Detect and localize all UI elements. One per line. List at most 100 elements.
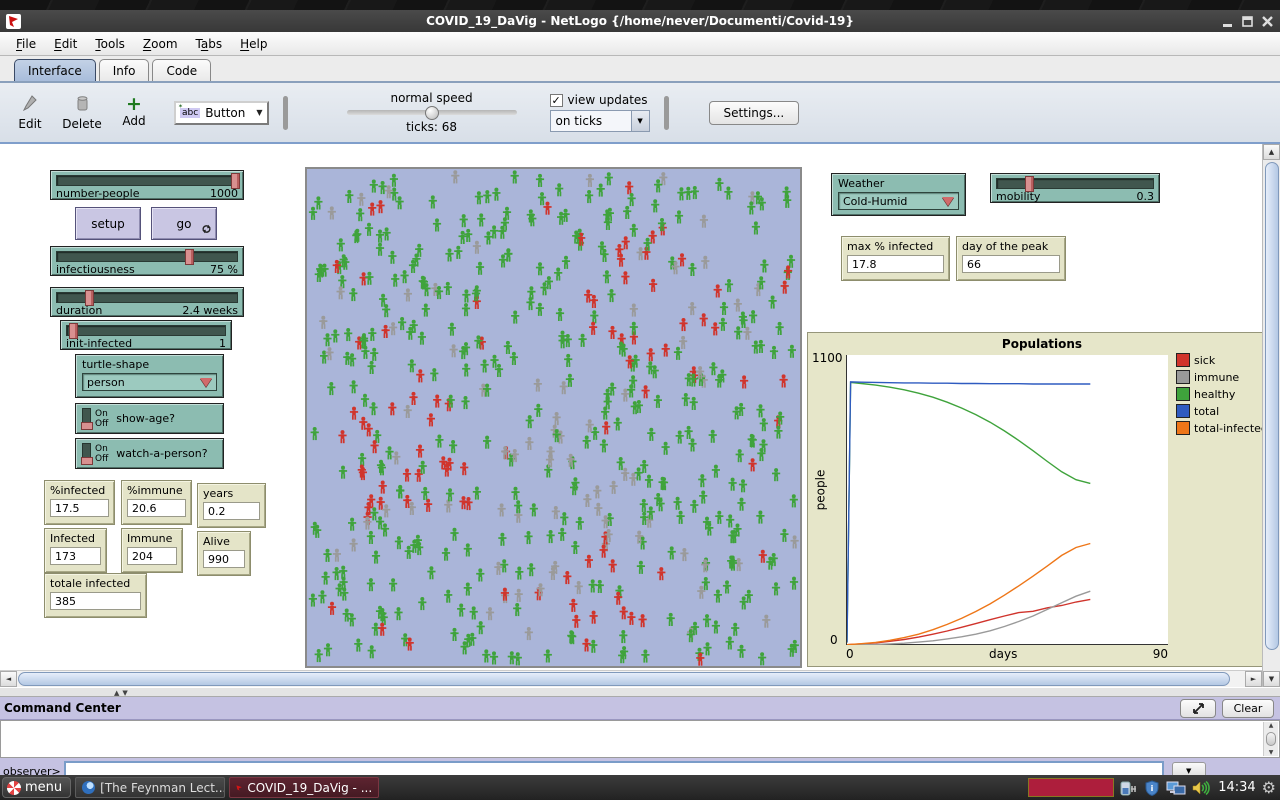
vertical-scrollbar[interactable]: ▲ ▼ [1262,144,1280,687]
command-center-output[interactable]: ▲ ▼ [0,720,1280,758]
minimize-button[interactable] [1219,13,1235,29]
switch-knob[interactable] [81,422,93,430]
person-turtle [674,497,682,510]
toolbar: Edit Delete + Add abc Button ▼ normal sp… [0,83,1280,144]
slider-thumb[interactable] [69,323,78,339]
splitter-grip-icon[interactable]: ▲▼ [114,689,131,697]
volume-icon[interactable] [1192,780,1212,796]
close-button[interactable] [1259,13,1275,29]
slider-thumb[interactable] [85,290,94,306]
menu-button[interactable]: menu [2,777,71,798]
legend-swatch [1176,370,1190,384]
chooser-turtle-shape[interactable]: turtle-shape person [75,354,224,398]
slider-thumb[interactable] [1025,176,1034,192]
slider-thumb[interactable] [231,173,240,189]
tab-info[interactable]: Info [99,59,150,81]
legend-swatch [1176,353,1190,367]
edit-button[interactable]: Edit [4,95,56,131]
scroll-right-icon[interactable]: ► [1245,671,1262,687]
person-turtle [586,174,594,187]
person-turtle [720,302,728,315]
slider-init-infected[interactable]: init-infected1 [60,320,232,350]
person-turtle [368,203,376,216]
person-turtle [756,404,764,417]
y-axis-min: 0 [830,633,838,647]
scroll-up-icon[interactable]: ▲ [1263,144,1280,160]
setup-button[interactable]: setup [75,207,141,240]
person-turtle [685,426,693,439]
view-updates-checkbox[interactable]: ✓ view updates [550,93,650,107]
person-turtle [477,621,485,634]
person-turtle [688,302,696,315]
gear-icon[interactable]: ⚙ [1262,780,1276,796]
scrollbar-thumb[interactable] [1266,732,1276,746]
world-view[interactable] [305,167,802,668]
menu-edit[interactable]: Edit [46,35,85,53]
output-scrollbar[interactable]: ▲ ▼ [1263,722,1278,756]
network-icon[interactable] [1166,780,1186,796]
settings-button[interactable]: Settings... [709,101,800,125]
person-turtle [514,652,522,665]
titlebar[interactable]: COVID_19_DaVig - NetLogo {/home/never/Do… [0,10,1280,32]
person-turtle [622,236,630,249]
window-preview[interactable] [1028,778,1114,797]
menu-file[interactable]: File [8,35,44,53]
person-turtle [725,279,733,292]
tab-code[interactable]: Code [152,59,211,81]
speed-slider[interactable] [347,110,517,115]
slider-number-people[interactable]: number-people1000 [50,170,244,200]
menu-tools[interactable]: Tools [87,35,133,53]
splitter-bar[interactable]: ▲▼ [0,687,1280,697]
speed-slider-thumb[interactable] [425,106,439,120]
task-feynman-lectures[interactable]: [The Feynman Lect... [75,777,225,798]
x-axis-label: days [989,647,1017,661]
person-turtle [365,423,373,436]
scrollbar-thumb[interactable] [18,672,1230,686]
widget-type-dropdown[interactable]: abc Button ▼ [174,101,269,125]
person-turtle [619,630,627,643]
scroll-down-icon[interactable]: ▼ [1264,749,1278,756]
person-turtle [464,497,472,510]
horizontal-scrollbar[interactable]: ◄ ► [0,670,1262,687]
task-netlogo[interactable]: COVID_19_DaVig - ... [229,777,379,798]
slider-mobility[interactable]: mobility0.3 [990,173,1160,203]
add-button[interactable]: + Add [108,97,160,128]
battery-icon[interactable] [1120,780,1138,796]
switch-watch-a-person[interactable]: On Off watch-a-person? [75,438,224,469]
scrollbar-thumb[interactable] [1265,162,1279,650]
update-mode-dropdown[interactable]: on ticks ▼ [550,110,650,132]
menu-zoom[interactable]: Zoom [135,35,186,53]
person-turtle [377,497,385,510]
tab-row: Interface Info Code [0,56,1280,83]
tab-interface[interactable]: Interface [14,59,96,81]
person-turtle [699,491,707,504]
slider-duration[interactable]: duration2.4 weeks [50,287,244,317]
slider-thumb[interactable] [185,249,194,265]
scroll-left-icon[interactable]: ◄ [0,671,17,687]
maximize-button[interactable] [1239,13,1255,29]
switch-show-age[interactable]: On Off show-age? [75,403,224,434]
go-button[interactable]: go [151,207,217,240]
menu-tabs[interactable]: Tabs [188,35,231,53]
person-turtle [338,275,346,288]
slider-infectiousness[interactable]: infectiousness75 % [50,246,244,276]
clear-button[interactable]: Clear [1222,699,1274,718]
person-turtle [534,404,542,417]
detach-command-center-button[interactable] [1180,699,1216,718]
menu-help[interactable]: Help [232,35,275,53]
delete-button[interactable]: Delete [56,95,108,131]
separator [283,96,288,130]
shield-info-icon[interactable]: i [1144,780,1160,796]
person-turtle [674,347,682,360]
scroll-up-icon[interactable]: ▲ [1264,722,1278,729]
person-turtle [536,303,544,316]
clock[interactable]: 14:34 [1218,780,1255,795]
chooser-weather[interactable]: Weather Cold-Humid [831,173,966,216]
person-turtle [596,580,604,593]
scroll-down-icon[interactable]: ▼ [1263,671,1280,687]
person-turtle [696,653,704,666]
switch-knob[interactable] [81,457,93,465]
person-turtle [460,214,468,227]
person-turtle [675,210,683,223]
person-turtle [560,381,568,394]
